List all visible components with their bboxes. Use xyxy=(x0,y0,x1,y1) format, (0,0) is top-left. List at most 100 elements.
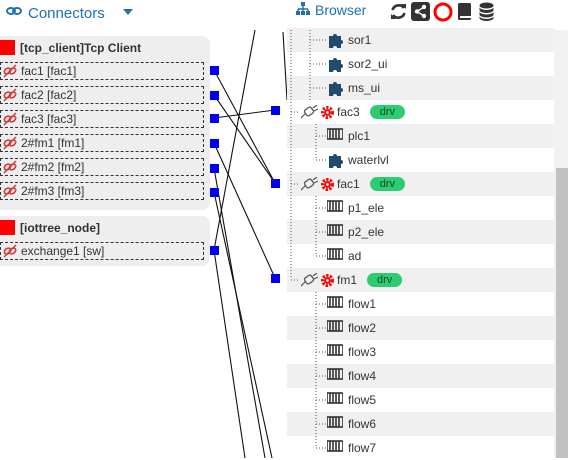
broken-link-icon xyxy=(3,244,17,258)
tree-node-label: flow1 xyxy=(348,297,377,311)
connection-item[interactable]: exchange1 [sw] xyxy=(0,242,204,260)
tree-node-label: ms_ui xyxy=(348,81,381,95)
ring-icon[interactable] xyxy=(433,2,453,22)
tree-node-item[interactable]: flow3 xyxy=(287,340,554,364)
tree-node-item[interactable]: flow5 xyxy=(287,388,554,412)
port-fm3[interactable] xyxy=(210,188,219,197)
tree-node-label: plc1 xyxy=(348,129,371,143)
port-fm2[interactable] xyxy=(210,164,219,173)
tree-node-label: flow4 xyxy=(348,369,377,383)
connector-plug-icon xyxy=(300,176,319,191)
broken-link-icon xyxy=(3,88,17,102)
connection-item-label: 2#fm2 [fm2] xyxy=(21,160,85,174)
connector-plug-icon xyxy=(300,104,319,119)
device-icon xyxy=(326,199,346,218)
tree-node-channel[interactable]: fm1 drv xyxy=(287,268,554,292)
tree-node-label: ad xyxy=(348,249,362,263)
port-tree-fm1[interactable] xyxy=(271,274,280,283)
connection-item[interactable]: fac1 [fac1] xyxy=(0,62,204,80)
share-icon[interactable] xyxy=(411,2,430,21)
gear-icon xyxy=(320,273,335,288)
wire xyxy=(213,94,276,184)
wire xyxy=(213,191,273,458)
port-tree-fac1[interactable] xyxy=(271,179,280,188)
browser-label: Browser xyxy=(315,2,367,18)
connection-item[interactable]: 2#fm3 [fm3] xyxy=(0,182,204,200)
wire xyxy=(213,109,276,119)
port-fac2[interactable] xyxy=(210,91,219,100)
puzzle-icon xyxy=(327,31,346,50)
connection-item-label: fac3 [fac3] xyxy=(21,112,77,126)
tree-node-item[interactable]: waterlvl xyxy=(287,148,554,172)
tree-node-item[interactable]: p2_ele xyxy=(287,220,554,244)
scrollbar-thumb[interactable] xyxy=(556,168,568,458)
broken-link-icon xyxy=(3,160,17,174)
device-icon xyxy=(326,127,346,146)
tree-node-label: waterlvl xyxy=(348,153,389,167)
device-icon xyxy=(326,247,346,266)
port-fac1[interactable] xyxy=(210,66,219,75)
device-icon xyxy=(326,391,346,410)
tree-node-item[interactable]: flow2 xyxy=(287,316,554,340)
refresh-icon[interactable] xyxy=(389,2,408,21)
tree-node-label: fac3 xyxy=(337,105,360,119)
wire xyxy=(213,142,276,279)
tree-node-channel[interactable]: fac1 drv xyxy=(287,172,554,196)
connector-title[interactable]: [tcp_client]Tcp Client xyxy=(0,40,141,55)
connection-item[interactable]: fac3 [fac3] xyxy=(0,110,204,128)
connection-item[interactable]: 2#fm2 [fm2] xyxy=(0,158,204,176)
puzzle-icon xyxy=(327,55,346,74)
book-icon[interactable] xyxy=(455,2,474,21)
driver-badge: drv xyxy=(369,177,405,191)
connector-title[interactable]: [iottree_node] xyxy=(0,220,100,235)
gear-icon xyxy=(320,177,335,192)
tree-node-item[interactable]: ad xyxy=(287,244,554,268)
port-exchange1[interactable] xyxy=(210,246,219,255)
tree-node-label: sor1 xyxy=(348,33,372,47)
tree-node-label: fm1 xyxy=(337,273,358,287)
tree-node-label: flow7 xyxy=(348,441,377,455)
tree-node-item[interactable]: flow4 xyxy=(287,364,554,388)
connector-plug-icon xyxy=(300,272,319,287)
port-tree-fac3[interactable] xyxy=(271,106,280,115)
device-icon xyxy=(326,367,346,386)
tree-node-item[interactable]: flow7 xyxy=(287,436,554,460)
tree-node-label: p1_ele xyxy=(348,201,385,215)
tree-node-item[interactable]: plc1 xyxy=(287,124,554,148)
connectors-label: Connectors xyxy=(28,4,105,22)
connectors-tab[interactable]: Connectors xyxy=(6,4,105,22)
connection-item-label: fac2 [fac2] xyxy=(21,88,77,102)
driver-badge: drv xyxy=(367,273,403,287)
device-icon xyxy=(326,295,346,314)
puzzle-icon xyxy=(327,151,346,170)
tree-node-item[interactable]: flow6 xyxy=(287,412,554,436)
broken-link-icon xyxy=(3,64,17,78)
database-icon[interactable] xyxy=(477,2,496,21)
wire xyxy=(213,69,276,184)
puzzle-icon xyxy=(327,79,346,98)
broken-link-icon xyxy=(3,184,17,198)
browser-tab[interactable]: Browser xyxy=(296,2,366,18)
broken-link-icon xyxy=(3,112,17,126)
tree-node-item[interactable]: flow1 xyxy=(287,292,554,316)
connection-item[interactable]: fac2 [fac2] xyxy=(0,86,204,104)
device-icon xyxy=(326,223,346,242)
tree-node-item[interactable]: ms_ui xyxy=(287,76,554,100)
tree-node-item[interactable]: p1_ele xyxy=(287,196,554,220)
tree-node-item[interactable]: sor1 xyxy=(287,28,554,52)
wire xyxy=(213,249,246,458)
tree-node-item[interactable]: sor2_ui xyxy=(287,52,554,76)
tree-node-channel[interactable]: fac3 drv xyxy=(287,100,554,124)
connection-item[interactable]: 2#fm1 [fm1] xyxy=(0,134,204,152)
tree-node-label: flow2 xyxy=(348,321,377,335)
broken-link-icon xyxy=(3,136,17,150)
wire xyxy=(213,167,266,458)
port-fac3[interactable] xyxy=(210,114,219,123)
device-icon xyxy=(326,343,346,362)
link-icon xyxy=(6,4,22,22)
status-stopped-icon xyxy=(0,40,15,55)
port-fm1[interactable] xyxy=(210,139,219,148)
chevron-down-icon[interactable] xyxy=(123,9,133,15)
tree-node-label: p2_ele xyxy=(348,225,385,239)
connection-item-label: fac1 [fac1] xyxy=(21,64,77,78)
